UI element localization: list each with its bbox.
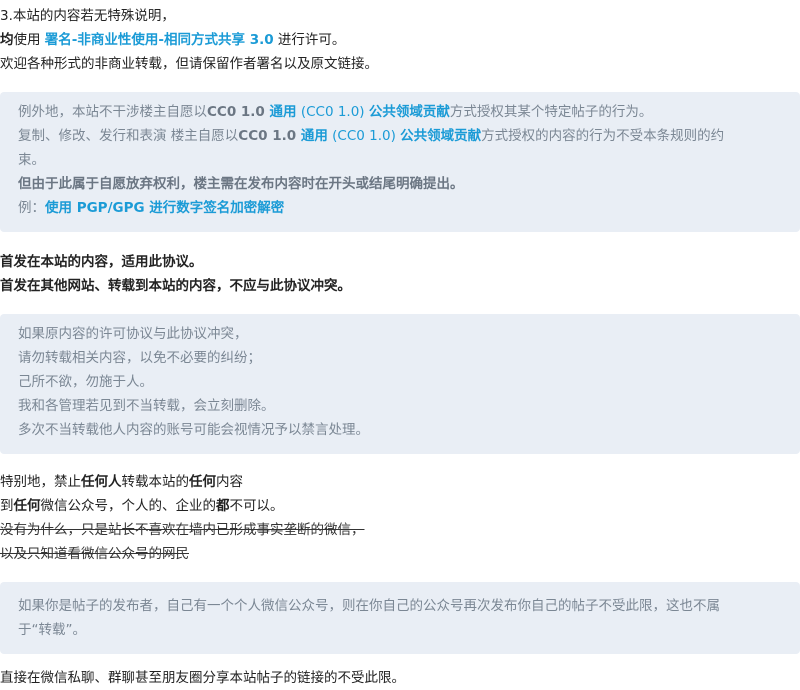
first-publish-section: 首发在本站的内容，适用此协议。 首发在其他网站、转载到本站的内容，不应与此协议冲… [0,250,800,298]
bold-text: 任何 [189,474,216,490]
quote1-line-3: 束。 [0,148,800,172]
quote1-line-4: 但由于此属于自愿放弃权利，楼主需在发布内容时在开头或结尾明确提出。 [0,172,800,196]
wechat-ban-line-1: 特别地，禁止任何人转载本站的任何内容 [0,470,800,494]
bold-text: 都 [216,498,230,514]
intro-text: 进行许可。 [273,32,346,48]
pgp-gpg-link[interactable]: 使用 PGP/GPG 进行数字签名加密解密 [45,200,284,216]
quote-bold-text: 但由于此属于自愿放弃权利，楼主需在发布内容时在开头或结尾明确提出。 [18,176,464,192]
license-link[interactable]: 署名-非商业性使用-相同方式共享 3.0 [45,32,274,48]
quote-text: 我和各管理若见到不当转载，会立刻删除。 [18,398,275,414]
cc0-universal-link[interactable]: 通用 [301,128,328,144]
share-link-line: 直接在微信私聊、群聊甚至朋友圈分享本站帖子的链接的不受此限。 [0,666,800,690]
bold-text: 首发在本站的内容，适用此协议。 [0,254,203,270]
quote-text: 例外地，本站不干涉楼主自愿以 [18,104,207,120]
quote1-line-5: 例：使用 PGP/GPG 进行数字签名加密解密 [0,196,800,220]
quote2-line: 请勿转载相关内容，以免不必要的纠纷； [0,346,800,370]
strikethrough-text: 以及只知道看微信公众号的网民 [0,546,189,562]
quote2-line: 多次不当转载他人内容的账号可能会视情况予以禁言处理。 [0,418,800,442]
quote-text: 请勿转载相关内容，以免不必要的纠纷； [18,350,261,366]
body-text: 直接在微信私聊、群聊甚至朋友圈分享本站帖子的链接的不受此限。 [0,670,405,686]
cc0-paren-link[interactable]: (CC0 1.0) [328,128,400,144]
quote3-line-1: 如果你是帖子的发布者，自己有一个个人微信公众号，则在你自己的公众号再次发布你自己… [0,594,800,618]
quote-block-exception: 例外地，本站不干涉楼主自愿以CC0 1.0 通用 (CC0 1.0) 公共领域贡… [0,92,800,232]
public-domain-link[interactable]: 公共领域贡献 [400,128,481,144]
strikethrough-text: 没有为什么，只是站长不喜欢在墙内已形成事实垄断的微信， [0,522,365,538]
quote-text: 束。 [18,152,45,168]
intro-text: 欢迎各种形式的非商业转载，但请保留作者署名以及原文链接。 [0,56,378,72]
cc0-label: CC0 1.0 [207,104,270,120]
intro-text: 使用 [13,32,45,48]
quote-text: 例： [18,200,45,216]
quote-text: 己所不欲，勿施于人。 [18,374,153,390]
quote-block-own-account: 如果你是帖子的发布者，自己有一个个人微信公众号，则在你自己的公众号再次发布你自己… [0,582,800,654]
body-text: 特别地，禁止 [0,474,81,490]
body-text: 内容 [216,474,243,490]
bold-text: 首发在其他网站、转载到本站的内容，不应与此协议冲突。 [0,278,351,294]
quote1-line-2: 复制、修改、发行和表演 楼主自愿以CC0 1.0 通用 (CC0 1.0) 公共… [0,124,800,148]
bold-text: 任何人 [81,474,122,490]
quote2-line: 己所不欲，勿施于人。 [0,370,800,394]
quote2-line: 如果原内容的许可协议与此协议冲突， [0,322,800,346]
wechat-ban-strike-1: 没有为什么，只是站长不喜欢在墙内已形成事实垄断的微信， [0,518,800,542]
quote-text: 复制、修改、发行和表演 楼主自愿以 [18,128,239,144]
body-text: 不可以。 [229,498,284,514]
cc0-universal-link[interactable]: 通用 [270,104,297,120]
first-publish-line-1: 首发在本站的内容，适用此协议。 [0,250,800,274]
share-link-section: 直接在微信私聊、群聊甚至朋友圈分享本站帖子的链接的不受此限。 [0,666,800,690]
public-domain-link[interactable]: 公共领域贡献 [369,104,450,120]
quote-block-conflict: 如果原内容的许可协议与此协议冲突， 请勿转载相关内容，以免不必要的纠纷； 己所不… [0,314,800,454]
intro-line-2: 均使用 署名-非商业性使用-相同方式共享 3.0 进行许可。 [0,28,800,52]
cc0-label: CC0 1.0 [238,128,301,144]
intro-line-1: 3.本站的内容若无特殊说明， [0,4,800,28]
quote-text: 如果你是帖子的发布者，自己有一个个人微信公众号，则在你自己的公众号再次发布你自己… [18,598,720,614]
wechat-ban-line-2: 到任何微信公众号，个人的、企业的都不可以。 [0,494,800,518]
intro-bold-prefix: 均 [0,32,14,48]
cc0-paren-link[interactable]: (CC0 1.0) [297,104,369,120]
wechat-ban-strike-2: 以及只知道看微信公众号的网民 [0,542,800,566]
body-text: 微信公众号，个人的、企业的 [40,498,217,514]
intro-text: 3.本站的内容若无特殊说明， [0,8,175,24]
quote3-line-2: 于“转载”。 [0,618,800,642]
quote-text: 多次不当转载他人内容的账号可能会视情况予以禁言处理。 [18,422,369,438]
quote2-line: 我和各管理若见到不当转载，会立刻删除。 [0,394,800,418]
quote1-line-1: 例外地，本站不干涉楼主自愿以CC0 1.0 通用 (CC0 1.0) 公共领域贡… [0,100,800,124]
bold-text: 任何 [13,498,41,514]
quote-text: 方式授权其某个特定帖子的行为。 [449,104,653,120]
quote-text: 于“转载”。 [18,622,86,638]
intro-line-3: 欢迎各种形式的非商业转载，但请保留作者署名以及原文链接。 [0,52,800,76]
body-text: 到 [0,498,14,514]
body-text: 转载本站的 [121,474,190,490]
quote-text: 方式授权的内容的行为不受本条规则的约 [481,128,725,144]
quote-text: 如果原内容的许可协议与此协议冲突， [18,326,248,342]
first-publish-line-2: 首发在其他网站、转载到本站的内容，不应与此协议冲突。 [0,274,800,298]
wechat-ban-section: 特别地，禁止任何人转载本站的任何内容 到任何微信公众号，个人的、企业的都不可以。… [0,470,800,566]
intro-section: 3.本站的内容若无特殊说明， 均使用 署名-非商业性使用-相同方式共享 3.0 … [0,4,800,76]
